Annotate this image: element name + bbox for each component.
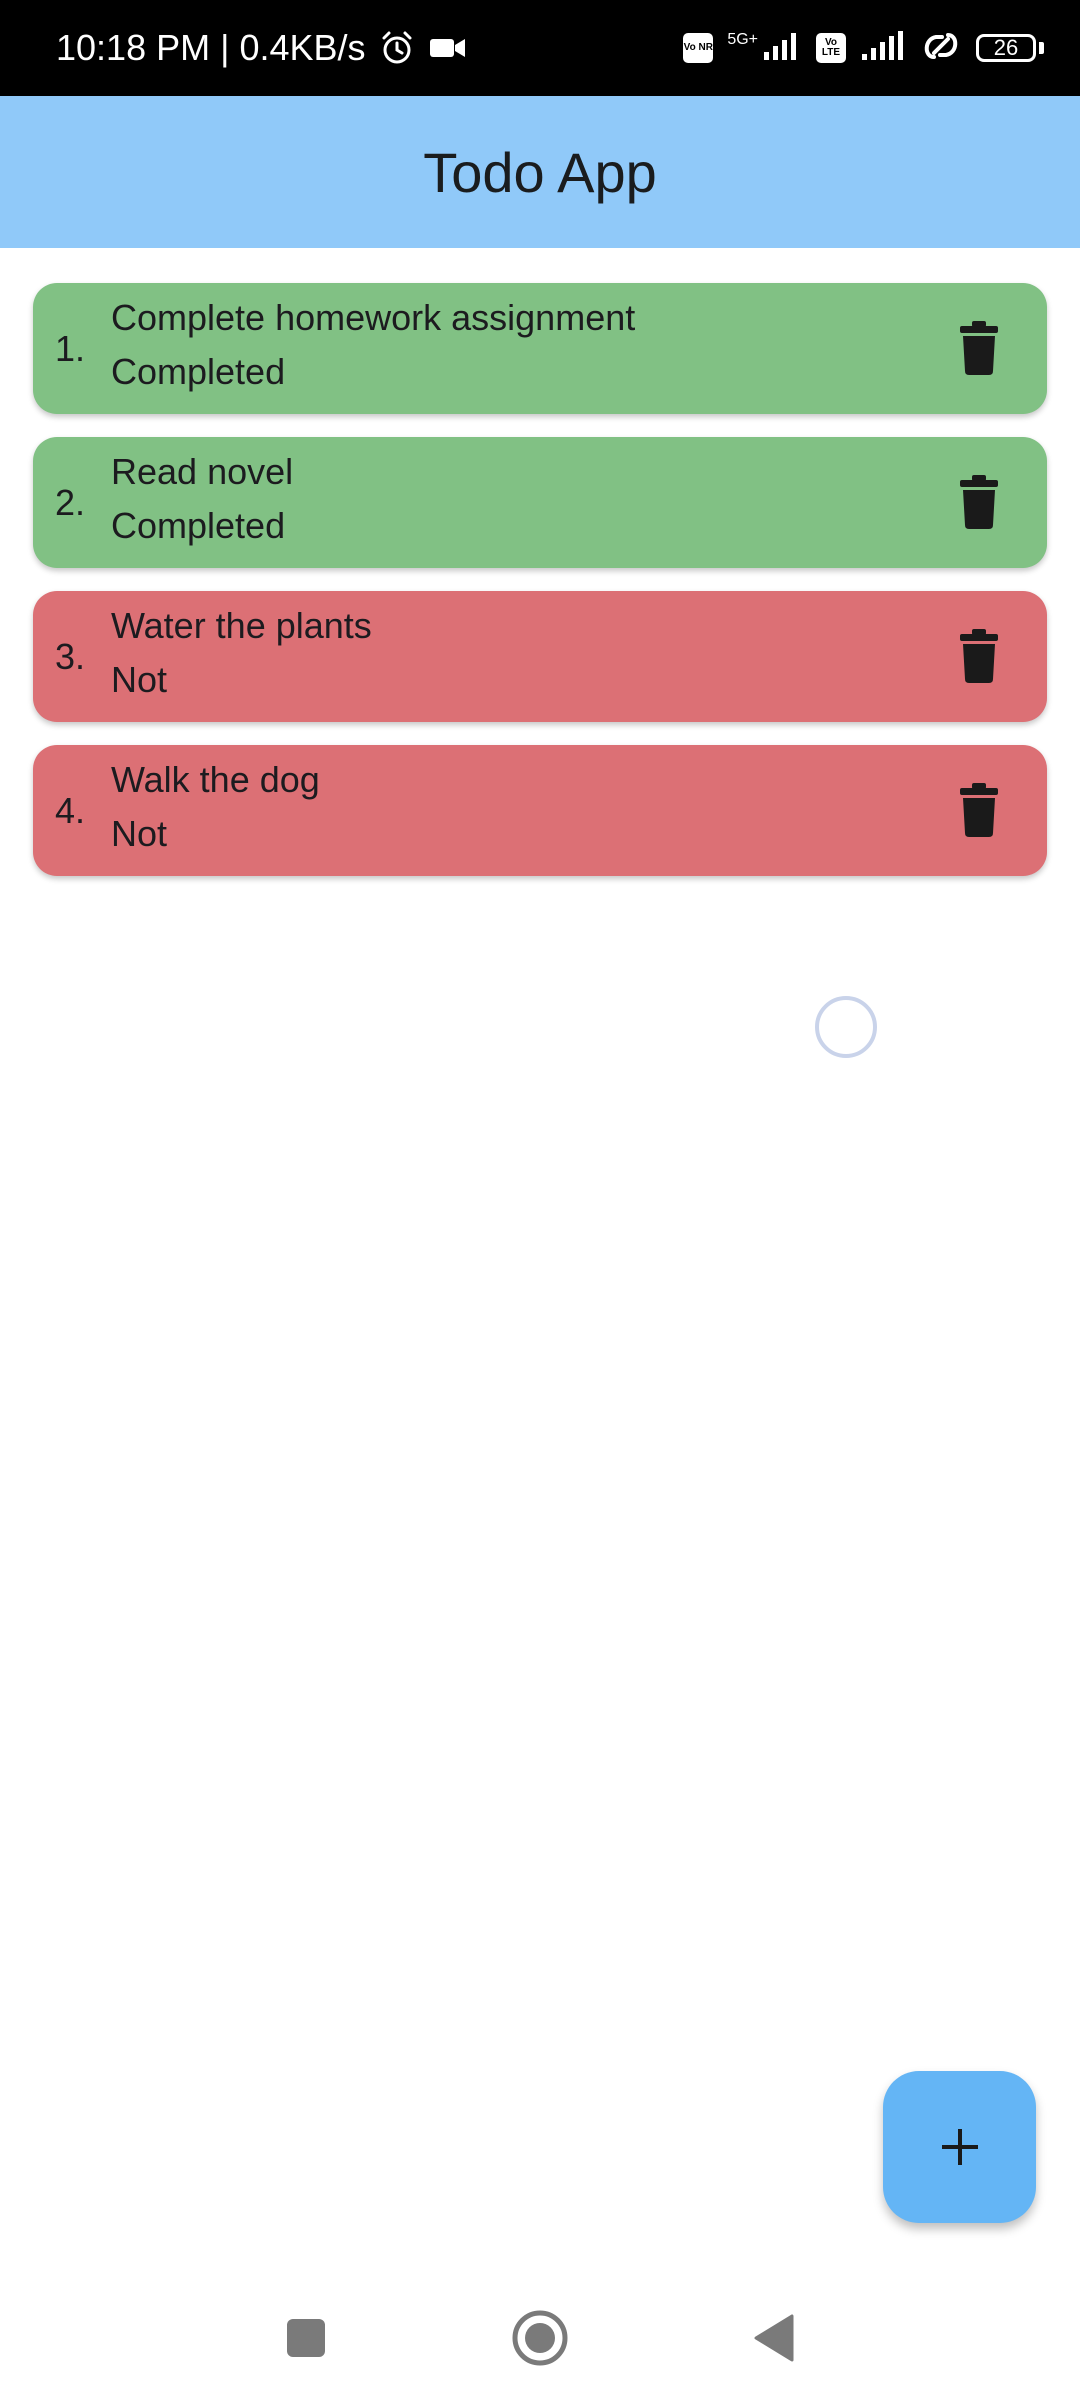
alarm-icon: [378, 29, 416, 67]
todo-title: Walk the dog: [111, 759, 320, 800]
signal-icon: [860, 30, 906, 67]
recents-button[interactable]: [274, 2306, 338, 2370]
square-icon: [287, 2319, 325, 2357]
delete-button[interactable]: [959, 783, 999, 837]
todo-status: Not: [111, 659, 168, 700]
signal-icon: [762, 30, 802, 67]
todo-title: Read novel: [111, 451, 294, 492]
trash-icon: [960, 321, 998, 375]
status-left: 10:18 PM | 0.4KB/s: [56, 0, 468, 96]
todo-index: 1.: [55, 327, 86, 369]
sim2-badge: Vo LTE: [816, 33, 846, 63]
battery-level: 26: [976, 34, 1036, 62]
trash-icon: [960, 629, 998, 683]
video-camera-icon: [428, 33, 468, 63]
status-time-speed: 10:18 PM | 0.4KB/s: [56, 27, 366, 68]
todo-text: Walk the dog Not: [111, 759, 320, 855]
todo-item[interactable]: 3. Water the plants Not: [33, 591, 1047, 722]
status-right: Vo NR 5G+ Vo LTE 26: [683, 0, 1044, 96]
sim1-network-label: 5G+: [727, 31, 758, 48]
delete-button[interactable]: [959, 321, 999, 375]
home-button[interactable]: [508, 2306, 572, 2370]
todo-text: Read novel Completed: [111, 451, 293, 547]
todo-title: Water the plants: [111, 605, 372, 646]
todo-text: Water the plants Not: [111, 605, 372, 701]
todo-status: Completed: [111, 505, 286, 546]
status-bar: 10:18 PM | 0.4KB/s Vo NR 5G+ Vo LTE 26: [0, 0, 1080, 96]
sim1-badge: Vo NR: [683, 33, 714, 63]
triangle-back-icon: [754, 2314, 794, 2362]
todo-status: Completed: [111, 351, 286, 392]
plus-icon: [941, 2129, 978, 2165]
back-button[interactable]: [742, 2306, 806, 2370]
app-bar: Todo App: [0, 96, 1080, 248]
todo-item[interactable]: 1. Complete homework assignment Complete…: [33, 283, 1047, 414]
battery-cap: [1039, 42, 1044, 54]
todo-index: 4.: [55, 789, 86, 831]
link-icon: [920, 29, 962, 68]
todo-item[interactable]: 4. Walk the dog Not: [33, 745, 1047, 876]
todo-index: 2.: [55, 481, 86, 523]
todo-status: Not: [111, 813, 168, 854]
delete-button[interactable]: [959, 475, 999, 529]
page-title: Todo App: [423, 140, 657, 204]
system-nav-bar: [0, 2276, 1080, 2400]
delete-button[interactable]: [959, 629, 999, 683]
todo-list: 1. Complete homework assignment Complete…: [33, 283, 1047, 899]
todo-index: 3.: [55, 635, 86, 677]
todo-item[interactable]: 2. Read novel Completed: [33, 437, 1047, 568]
trash-icon: [960, 475, 998, 529]
trash-icon: [960, 783, 998, 837]
todo-title: Complete homework assignment: [111, 297, 636, 338]
touch-indicator: [815, 996, 877, 1058]
circle-icon: [512, 2310, 568, 2366]
battery-icon: 26: [976, 34, 1044, 62]
add-todo-button[interactable]: [883, 2071, 1036, 2223]
todo-text: Complete homework assignment Completed: [111, 297, 635, 393]
